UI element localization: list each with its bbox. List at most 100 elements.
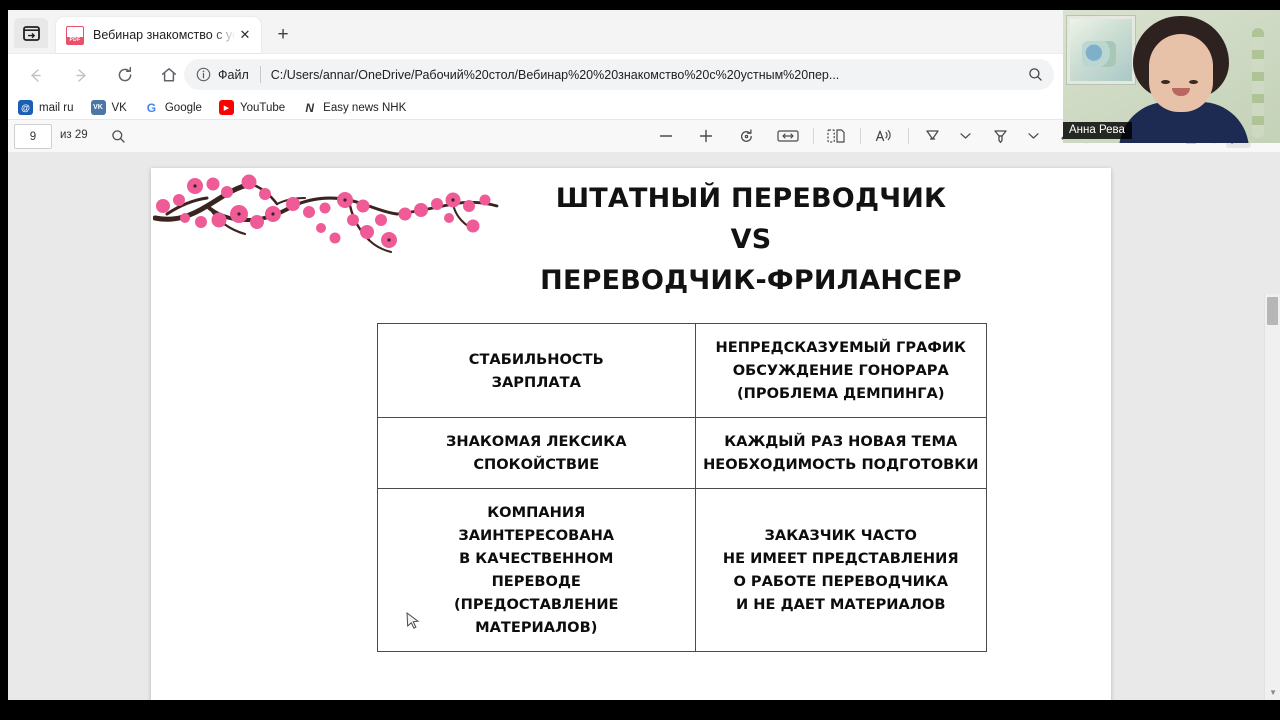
- zoom-out-button[interactable]: [653, 124, 678, 148]
- find-button[interactable]: [106, 124, 131, 148]
- bookmark-label: Google: [164, 101, 202, 114]
- bookmark-label: YouTube: [239, 101, 286, 114]
- cell-line: СТАБИЛЬНОСТЬ: [468, 350, 604, 368]
- cell-line: МАТЕРИАЛОВ): [475, 619, 598, 636]
- home-icon: [161, 68, 177, 82]
- vk-icon: VK: [90, 100, 106, 115]
- cell-line: ЗАКАЗЧИК ЧАСТО: [764, 527, 917, 544]
- screen-recording-frame: PDF Вебинар знакомство с устным ✕ +: [0, 0, 1280, 720]
- fit-width-icon: [777, 130, 799, 142]
- table-cell-staff-2: ЗНАКОМАЯ ЛЕКСИКА СПОКОЙСТВИЕ: [377, 417, 696, 489]
- address-bar[interactable]: Файл C:/Users/annar/OneDrive/Рабочий%20с…: [184, 59, 1054, 90]
- cell-line: ПЕРЕВОДЕ: [491, 573, 581, 590]
- info-circle-glyph: [196, 67, 211, 82]
- chevron-down-icon: [1027, 133, 1039, 139]
- cell-line: ЗАРПЛАТА: [491, 373, 581, 391]
- highlighter-icon: [994, 129, 1007, 143]
- draw-pen-button[interactable]: [920, 124, 945, 148]
- title-line: VS: [730, 224, 772, 255]
- bookmark-google[interactable]: G Google: [143, 100, 202, 115]
- reload-button[interactable]: [110, 60, 140, 90]
- cell-line: КОМПАНИЯ: [487, 504, 586, 521]
- webcam-overlay[interactable]: Анна Рева: [1063, 10, 1280, 143]
- pen-options-chevron[interactable]: [956, 124, 974, 148]
- arrow-left-icon: [30, 68, 41, 82]
- title-line: ШТАТНЫЙ ПЕРЕВОДЧИК: [555, 183, 947, 214]
- fit-to-width-button[interactable]: [774, 124, 802, 148]
- highlighter-button[interactable]: [988, 124, 1013, 148]
- close-icon[interactable]: ✕: [235, 25, 255, 45]
- browser-tab[interactable]: PDF Вебинар знакомство с устным ✕: [56, 17, 261, 53]
- cell-line: В КАЧЕСТВЕННОМ: [459, 550, 614, 567]
- bookmark-label: VK: [111, 101, 127, 114]
- cell-line: КАЖДЫЙ РАЗ НОВАЯ ТЕМА: [724, 433, 958, 450]
- pdf-page: ШТАТНЫЙ ПЕРЕВОДЧИК VS ПЕРЕВОДЧИК-ФРИЛАНС…: [151, 168, 1111, 700]
- table-cell-staff-3: КОМПАНИЯ ЗАИНТЕРЕСОВАНА В КАЧЕСТВЕННОМ П…: [377, 488, 696, 652]
- arrow-right-icon: [75, 68, 86, 82]
- window-glyph: [22, 25, 40, 41]
- letterbox-top: [0, 0, 1280, 10]
- bookmark-youtube[interactable]: ▶ YouTube: [218, 100, 286, 115]
- cell-line: НЕОБХОДИМОСТЬ ПОДГОТОВКИ: [703, 456, 979, 473]
- scroll-down-icon[interactable]: ▼: [1269, 688, 1277, 697]
- zoom-in-button[interactable]: [693, 124, 718, 148]
- toolbar-divider: [813, 128, 814, 144]
- vertical-scrollbar[interactable]: ▲ ▼: [1264, 294, 1280, 700]
- eye-right: [1189, 80, 1198, 84]
- read-aloud-button[interactable]: [872, 124, 897, 148]
- table-cell-staff-1: СТАБИЛЬНОСТЬ ЗАРПЛАТА: [377, 323, 696, 418]
- title-line: ПЕРЕВОДЧИК-ФРИЛАНСЕР: [540, 265, 962, 296]
- cell-line: НЕ ИМЕЕТ ПРЕДСТАВЛЕНИЯ: [722, 550, 959, 567]
- participant-name-label: Анна Рева: [1063, 122, 1132, 139]
- table-row: ЗНАКОМАЯ ЛЕКСИКА СПОКОЙСТВИЕ КАЖДЫЙ РАЗ …: [377, 417, 987, 489]
- url-scheme-label: Файл: [218, 67, 249, 82]
- pdf-file-icon: PDF: [66, 25, 84, 45]
- eye-left: [1161, 80, 1170, 84]
- nhk-icon: N: [302, 100, 318, 115]
- mailru-icon: @: [18, 100, 33, 115]
- comparison-table: СТАБИЛЬНОСТЬ ЗАРПЛАТА НЕПРЕДСКАЗУЕМЫЙ ГР…: [377, 323, 987, 652]
- toolbar-divider: [908, 128, 909, 144]
- rotate-button[interactable]: [734, 124, 759, 148]
- tab-title: Вебинар знакомство с устным: [93, 28, 235, 42]
- presenter-face: [1149, 34, 1213, 112]
- bookmark-vk[interactable]: VK VK: [90, 100, 127, 115]
- cell-line: О РАБОТЕ ПЕРЕВОДЧИКА: [733, 573, 949, 590]
- letterbox-bottom: [0, 700, 1280, 720]
- google-icon: G: [143, 100, 159, 115]
- omnibox-divider: [259, 66, 261, 83]
- table-cell-freelance-1: НЕПРЕДСКАЗУЕМЫЙ ГРАФИК ОБСУЖДЕНИЕ ГОНОРА…: [694, 323, 987, 418]
- cell-line: (ПРОБЛЕМА ДЕМПИНГА): [737, 385, 945, 402]
- page-layout-button[interactable]: [823, 124, 848, 148]
- bookmark-easy-news-nhk[interactable]: N Easy news NHK: [302, 100, 406, 115]
- home-button[interactable]: [154, 60, 184, 90]
- curtain-beads: [1252, 28, 1264, 138]
- scrollbar-thumb[interactable]: [1267, 297, 1278, 325]
- bookmark-label: mail ru: [39, 101, 74, 114]
- page-total-label: из 29: [60, 129, 88, 141]
- pdf-viewer-area[interactable]: ШТАТНЫЙ ПЕРЕВОДЧИК VS ПЕРЕВОДЧИК-ФРИЛАНС…: [8, 152, 1280, 700]
- new-tab-button[interactable]: +: [270, 22, 296, 48]
- rotate-icon: [740, 128, 752, 142]
- forward-button[interactable]: [66, 60, 96, 90]
- cell-line: ЗНАКОМАЯ ЛЕКСИКА: [445, 433, 627, 450]
- letterbox-left: [0, 0, 8, 720]
- read-aloud-icon: [875, 130, 891, 142]
- toolbar-divider: [860, 128, 861, 144]
- magnifier-glyph: [1028, 68, 1042, 81]
- page-view-icon: [826, 129, 845, 143]
- bookmark-mail-ru[interactable]: @ mail ru: [18, 100, 74, 115]
- page-number-input[interactable]: 9: [14, 124, 52, 149]
- minus-icon: [659, 135, 672, 137]
- back-button[interactable]: [20, 60, 50, 90]
- cell-line: ОБСУЖДЕНИЕ ГОНОРАРА: [732, 362, 949, 379]
- search-icon: [112, 129, 125, 143]
- browser-essentials-icon[interactable]: [14, 18, 48, 48]
- highlighter-options-chevron[interactable]: [1024, 124, 1042, 148]
- bookmark-label: Easy news NHK: [323, 101, 407, 114]
- cell-line: (ПРЕДОСТАВЛЕНИЕ: [453, 596, 619, 613]
- site-info-icon[interactable]: [196, 67, 211, 82]
- zoom-search-icon[interactable]: [1022, 62, 1048, 88]
- cell-line: И НЕ ДАЕТ МАТЕРИАЛОВ: [736, 596, 946, 613]
- pen-icon: [926, 129, 939, 140]
